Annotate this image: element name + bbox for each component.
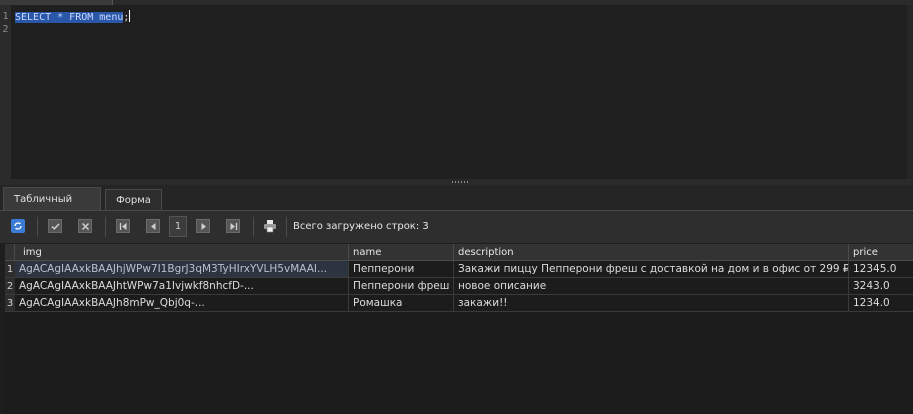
row-count-label: Всего загружено строк: 3 — [293, 221, 429, 232]
editor-scrollbar[interactable] — [907, 5, 913, 179]
prev-page-icon[interactable] — [146, 219, 160, 233]
row-number[interactable]: 2 — [5, 278, 15, 295]
line-number: 1 — [2, 11, 9, 22]
result-grid[interactable]: img name description price 1 AgACAgIAAxk… — [5, 244, 913, 414]
toolbar-separator — [37, 217, 38, 237]
text-caret — [129, 10, 131, 22]
table-cell[interactable]: 1234.0 — [849, 295, 913, 312]
column-header-description[interactable]: description — [454, 244, 849, 261]
first-page-icon[interactable] — [116, 219, 130, 233]
column-header-img[interactable]: img — [15, 244, 349, 261]
apply-icon[interactable] — [48, 219, 62, 233]
last-page-icon[interactable] — [226, 219, 240, 233]
table-cell[interactable]: новое описание — [454, 278, 849, 295]
column-header-name[interactable]: name — [349, 244, 454, 261]
table-cell[interactable]: 12345.0 — [849, 261, 913, 278]
table-cell[interactable]: AgACAgIAAxkBAAJhtWPw7a1Ivjwkf8nhcfD-... — [15, 278, 349, 295]
row-number[interactable]: 3 — [5, 295, 15, 312]
table-cell[interactable]: 3243.0 — [849, 278, 913, 295]
tab-table-view[interactable]: Табличный вид — [3, 187, 101, 228]
table-cell[interactable]: Пепперони фреш — [349, 278, 454, 295]
toolbar-separator — [253, 217, 254, 237]
next-page-icon[interactable] — [196, 219, 210, 233]
refresh-icon[interactable] — [11, 219, 25, 233]
table-cell[interactable]: AgACAgIAAxkBAAJhjWPw7I1BgrJ3qM3TyHIrxYVL… — [15, 261, 349, 278]
splitter-grip-icon[interactable] — [452, 181, 468, 183]
table-cell[interactable]: Ромашка — [349, 295, 454, 312]
code-area[interactable]: SELECT * FROM menu; — [15, 10, 131, 24]
print-icon[interactable] — [263, 219, 277, 233]
tab-form[interactable]: Форма — [105, 189, 162, 210]
sql-query-selected[interactable]: SELECT * FROM menu — [15, 12, 124, 23]
line-gutter: 1 2 — [0, 5, 11, 179]
row-number[interactable]: 1 — [5, 261, 15, 278]
page-number[interactable]: 1 — [169, 216, 187, 237]
table-cell[interactable]: AgACAgIAAxkBAAJh8mPw_Qbj0q-... — [15, 295, 349, 312]
column-header-price[interactable]: price — [849, 244, 913, 261]
discard-icon[interactable] — [78, 219, 92, 233]
table-cell[interactable]: Закажи пиццу Пепперони фреш с доставкой … — [454, 261, 849, 278]
table-cell[interactable]: Пепперони — [349, 261, 454, 278]
grid-toolbar: 1 Всего загружено строк: 3 — [0, 210, 913, 243]
toolbar-separator — [286, 217, 287, 237]
toolbar-separator — [105, 217, 106, 237]
grid-corner[interactable] — [5, 244, 15, 261]
table-cell[interactable]: закажи!! — [454, 295, 849, 312]
line-number: 2 — [2, 24, 9, 35]
sql-editor[interactable]: 1 2 SELECT * FROM menu; — [0, 5, 913, 179]
result-tabs: Табличный вид Форма — [0, 185, 913, 228]
